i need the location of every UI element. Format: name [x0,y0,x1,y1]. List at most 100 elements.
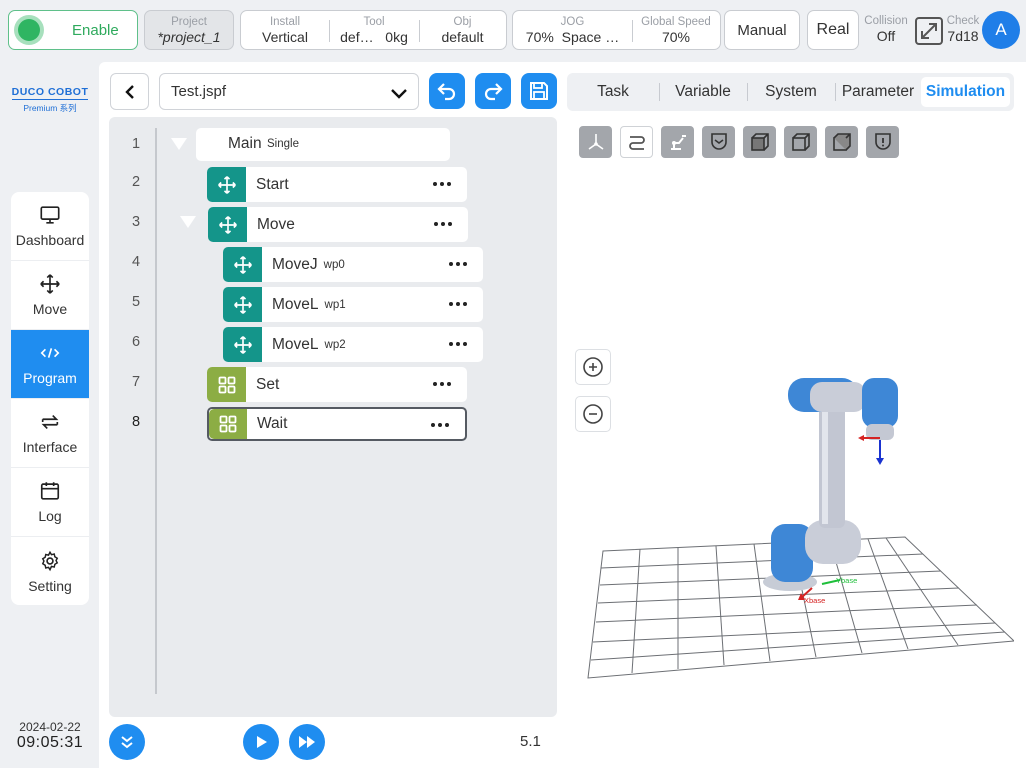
jog-frame: Space … [561,29,620,45]
collision-title: Collision [864,15,908,27]
nav-item-interface[interactable]: Interface [11,399,89,468]
more-icon[interactable] [432,380,452,388]
obj-value: default [441,29,484,45]
more-icon[interactable] [448,260,468,268]
view-cube-front-button[interactable] [743,126,776,158]
main-sub: Single [267,138,299,150]
move-node-icon [207,167,246,202]
user-avatar[interactable]: A [982,11,1020,49]
tree-node-start[interactable]: Start [207,167,467,202]
save-button[interactable] [521,73,557,109]
tab-variable[interactable]: Variable [659,73,747,111]
manual-label: Manual [737,21,787,39]
fast-forward-icon [299,736,315,748]
undo-button[interactable] [429,73,465,109]
nav-item-program[interactable]: Program [11,330,89,399]
node-label: Set [256,375,280,393]
tree-node-movej[interactable]: MoveJ wp0 [223,247,483,282]
line-number: 2 [131,174,141,190]
fast-forward-button[interactable] [289,724,325,760]
axes-icon [588,134,603,150]
step-into-button[interactable] [109,724,145,760]
check-value: 7d18 [947,28,979,44]
line-number: 8 [131,414,141,430]
play-button[interactable] [243,724,279,760]
redo-button[interactable] [475,73,511,109]
nav-item-setting[interactable]: Setting [11,537,89,605]
node-label: MoveL [272,335,319,353]
base-x-axis-label: Xbase [804,596,825,605]
undo-icon [437,83,456,101]
view-axes-button[interactable] [579,126,612,158]
base-y-axis-label: Ybase [836,576,857,585]
view-robot-button[interactable] [661,126,694,158]
tree-node-movel-2[interactable]: MoveL wp2 [223,327,483,362]
node-waypoint: wp1 [324,298,346,311]
tool-setting[interactable]: Tool def… 0kg [329,11,419,49]
version-label: 5.1 [520,733,541,750]
main-node[interactable]: Main Single [196,128,450,161]
jog-percent: 70% [525,29,554,45]
robot-wrist [862,378,898,428]
tree-node-movel-1[interactable]: MoveL wp1 [223,287,483,322]
node-label: Wait [257,415,288,432]
chevron-down-icon [391,89,407,99]
tab-parameter[interactable]: Parameter [835,73,921,111]
main-label: Main [228,135,262,152]
view-warning-button[interactable] [866,126,899,158]
file-select[interactable]: Test.jspf [159,73,419,110]
tab-system[interactable]: System [747,73,835,111]
move-node-icon [223,247,262,282]
right-panel-tabs: Task Variable System Parameter Simulatio… [567,73,1014,111]
shield-icon [710,133,727,150]
check-title: Check [946,15,980,27]
robot-scene[interactable]: Xbase Ybase [567,330,1014,690]
power-status-indicator [18,19,40,41]
global-speed-setting[interactable]: Global Speed 70% [632,11,720,49]
obj-setting[interactable]: Obj default [419,11,506,49]
jog-speed-group: JOG 70% Space … Global Speed 70% [512,10,721,50]
tab-simulation[interactable]: Simulation [921,77,1010,107]
view-safety-button[interactable] [702,126,735,158]
current-date: 2024-02-22 [19,720,81,734]
tree-node-move[interactable]: Move [208,207,468,242]
calendar-icon [40,482,60,500]
cube-icon [750,133,769,151]
tab-task[interactable]: Task [567,73,659,111]
enable-button[interactable]: Enable [8,10,138,50]
gear-icon [41,550,59,571]
install-setting[interactable]: Install Vertical [241,11,329,49]
manual-mode-button[interactable]: Manual [724,10,800,50]
expand-icon[interactable] [914,16,944,46]
more-icon[interactable] [448,300,468,308]
more-icon[interactable] [448,340,468,348]
nav-item-log[interactable]: Log [11,468,89,537]
more-icon[interactable] [433,220,453,228]
jog-setting[interactable]: JOG 70% Space … [513,11,632,49]
view-cube-top-button[interactable] [784,126,817,158]
collision-status[interactable]: Collision Off [863,14,909,45]
collapse-toggle[interactable] [180,216,196,228]
nav-item-move[interactable]: Move [11,261,89,330]
nav-item-dashboard[interactable]: Dashboard [11,192,89,261]
logo-sub: Premium 系列 [23,103,77,113]
tree-node-wait[interactable]: Wait [207,407,467,441]
move-node-icon [223,287,262,322]
tool-payload: 0kg [385,29,408,45]
view-path-button[interactable] [620,126,653,158]
cube-icon [791,133,810,151]
more-icon[interactable] [430,421,450,429]
tree-node-set[interactable]: Set [207,367,467,402]
project-selector[interactable]: Project *project_1 [144,10,234,50]
top-status-bar: Enable Project *project_1 Install Vertic… [0,0,1026,60]
real-label: Real [816,21,850,38]
more-icon[interactable] [432,180,452,188]
shield-alert-icon [874,133,891,150]
view-cube-side-button[interactable] [825,126,858,158]
real-mode-button[interactable]: Real [807,10,859,50]
tool-name: def… [340,29,374,45]
collapse-toggle[interactable] [171,138,187,150]
move-arrows-icon [40,274,60,294]
line-number: 7 [131,374,141,390]
back-button[interactable] [110,73,149,110]
